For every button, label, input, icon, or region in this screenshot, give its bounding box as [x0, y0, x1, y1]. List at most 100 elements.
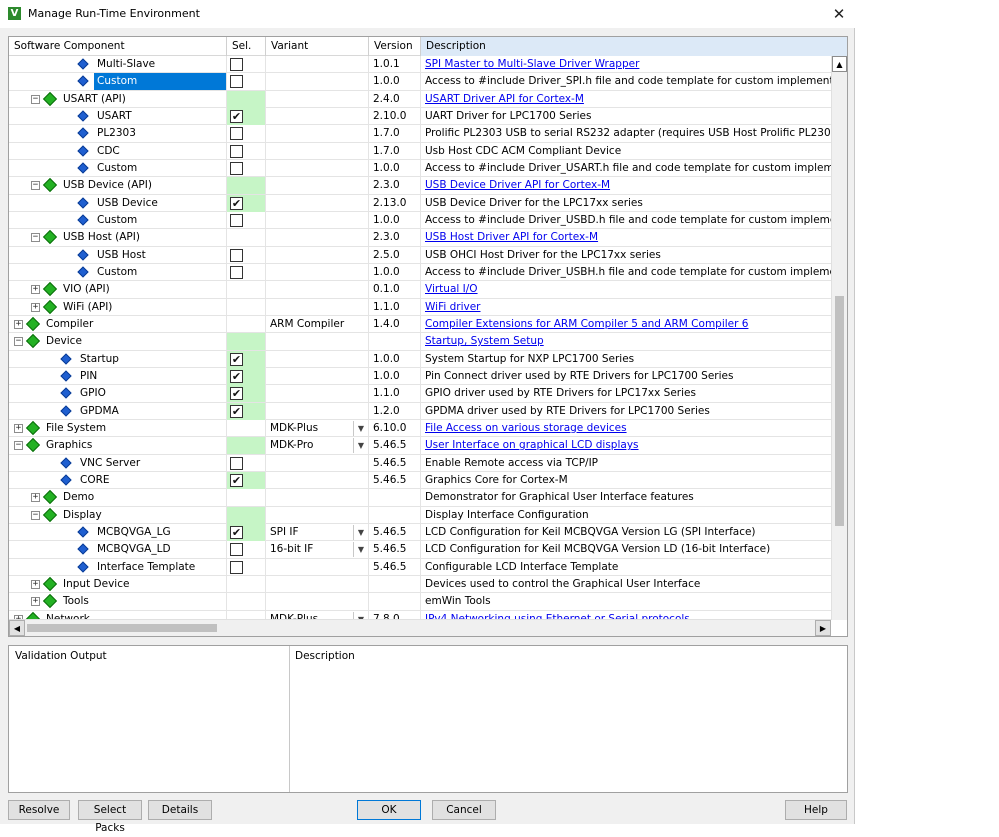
expand-icon[interactable]: +	[14, 423, 23, 433]
description-cell[interactable]: USART Driver API for Cortex-M	[421, 91, 831, 108]
collapse-icon[interactable]: −	[14, 441, 23, 451]
description-link[interactable]: WiFi driver	[425, 301, 481, 313]
select-packs-button[interactable]: Select Packs	[78, 800, 142, 834]
select-checkbox[interactable]	[230, 248, 243, 262]
column-header-description[interactable]: Description	[421, 37, 847, 56]
select-checkbox[interactable]: ✔	[230, 369, 243, 383]
chevron-down-icon[interactable]: ▼	[353, 524, 368, 540]
description-cell[interactable]: SPI Master to Multi-Slave Driver Wrapper	[421, 56, 831, 73]
description-cell[interactable]: USB Host Driver API for Cortex-M	[421, 229, 831, 246]
component-cell[interactable]: Interface Template	[9, 558, 227, 576]
table-row[interactable]: Multi-Slave 1.0.1 SPI Master to Multi-Slav…	[9, 56, 831, 74]
component-cell[interactable]: − USB Device (API)	[9, 177, 227, 195]
column-header-version[interactable]: Version	[369, 37, 421, 56]
expand-icon[interactable]: +	[31, 597, 40, 607]
component-cell[interactable]: GPIO	[9, 385, 227, 403]
component-cell[interactable]: GPDMA	[9, 402, 227, 420]
select-checkbox[interactable]	[230, 560, 243, 574]
resolve-button[interactable]: Resolve	[8, 800, 70, 820]
collapse-icon[interactable]: −	[31, 94, 40, 104]
column-header-variant[interactable]: Variant	[266, 37, 369, 56]
table-row[interactable]: USART ✔ 2.10.0 UART Driver for LPC1700 Seri…	[9, 107, 831, 126]
component-cell[interactable]: CORE	[9, 471, 227, 489]
select-checkbox[interactable]: ✔	[230, 352, 243, 366]
description-link[interactable]: Virtual I/O	[425, 283, 478, 295]
component-cell[interactable]: − USB Host (API)	[9, 229, 227, 247]
description-link[interactable]: USART Driver API for Cortex-M	[425, 93, 584, 105]
description-link[interactable]: USB Device Driver API for Cortex-M	[425, 179, 610, 191]
table-row[interactable]: + Compiler ARM Compiler 1.4.0 Compiler Exten…	[9, 315, 831, 334]
chevron-down-icon[interactable]: ▼	[353, 420, 368, 436]
select-checkbox[interactable]	[230, 456, 243, 470]
table-row[interactable]: − Display Display Interface Configuration	[9, 506, 831, 524]
description-cell[interactable]: File Access on various storage devices	[421, 420, 831, 437]
select-checkbox[interactable]	[230, 213, 243, 227]
component-cell[interactable]: PL2303	[9, 125, 227, 143]
horizontal-scroll-thumb[interactable]	[27, 624, 217, 632]
close-button[interactable]: ✕	[823, 0, 855, 28]
table-row[interactable]: MCBQVGA_LG ✔ SPI IF ▼ 5.46.5 LCD Configuratio…	[9, 523, 831, 542]
component-cell[interactable]: + Compiler	[9, 315, 227, 333]
component-cell[interactable]: + Input Device	[9, 575, 227, 593]
description-link[interactable]: Compiler Extensions for ARM Compiler 5 a…	[425, 318, 748, 330]
table-row[interactable]: + Demo Demonstrator for Graphical User Int…	[9, 489, 831, 507]
select-checkbox[interactable]: ✔	[230, 196, 243, 210]
description-link[interactable]: SPI Master to Multi-Slave Driver Wrapper	[425, 58, 639, 70]
vertical-scroll-thumb[interactable]	[835, 296, 844, 526]
collapse-icon[interactable]: −	[31, 510, 40, 520]
table-row[interactable]: + Tools emWin Tools	[9, 593, 831, 611]
component-cell[interactable]: USB Host	[9, 246, 227, 264]
component-cell[interactable]: − Graphics	[9, 437, 227, 455]
description-cell[interactable]: User Interface on graphical LCD displays	[421, 437, 831, 454]
table-row[interactable]: − USB Host (API) 2.3.0 USB Host Driver API …	[9, 229, 831, 247]
select-checkbox[interactable]: ✔	[230, 387, 243, 401]
scroll-left-icon[interactable]: ◀	[9, 620, 25, 636]
description-cell[interactable]: Virtual I/O	[421, 281, 831, 298]
component-cell[interactable]: + VIO (API)	[9, 281, 227, 299]
select-checkbox[interactable]	[230, 144, 243, 158]
table-row[interactable]: − Device Startup, System Setup	[9, 333, 831, 351]
component-cell[interactable]: MCBQVGA_LD	[9, 541, 227, 559]
description-cell[interactable]: WiFi driver	[421, 299, 831, 316]
table-row[interactable]: Custom 1.0.0 Access to #include Driver_USB…	[9, 211, 831, 230]
table-row[interactable]: MCBQVGA_LD 16-bit IF ▼ 5.46.5 LCD Configurat…	[9, 541, 831, 559]
panel-divider[interactable]	[289, 646, 290, 792]
table-row[interactable]: VNC Server 5.46.5 Enable Remote access via…	[9, 454, 831, 472]
select-checkbox[interactable]	[230, 58, 243, 71]
component-cell[interactable]: MCBQVGA_LG	[9, 523, 227, 541]
expand-icon[interactable]: +	[31, 285, 40, 295]
select-checkbox[interactable]: ✔	[230, 404, 243, 418]
component-cell[interactable]: CDC	[9, 142, 227, 160]
table-row[interactable]: USB Device ✔ 2.13.0 USB Device Driver for t…	[9, 194, 831, 212]
component-cell[interactable]: − USART (API)	[9, 90, 227, 108]
description-link[interactable]: User Interface on graphical LCD displays	[425, 439, 639, 451]
column-header-software-component[interactable]: Software Component	[9, 37, 227, 56]
description-link[interactable]: File Access on various storage devices	[425, 422, 627, 434]
table-row[interactable]: USB Host 2.5.0 USB OHCI Host Driver for th…	[9, 246, 831, 264]
table-row[interactable]: PL2303 1.7.0 Prolific PL2303 USB to serial…	[9, 125, 831, 143]
collapse-icon[interactable]: −	[14, 337, 23, 347]
collapse-icon[interactable]: −	[31, 233, 40, 243]
table-row[interactable]: CORE ✔ 5.46.5 Graphics Core for Cortex-M	[9, 471, 831, 490]
table-row[interactable]: − USB Device (API) 2.3.0 USB Device Driver …	[9, 177, 831, 195]
component-cell[interactable]: PIN	[9, 367, 227, 385]
component-cell[interactable]: Multi-Slave	[9, 56, 227, 73]
select-checkbox[interactable]	[230, 127, 243, 141]
expand-icon[interactable]: +	[31, 493, 40, 503]
table-row[interactable]: + File System MDK-Plus ▼ 6.10.0 File Access o…	[9, 419, 831, 438]
horizontal-scrollbar[interactable]: ◀ ▶	[9, 619, 831, 636]
description-link[interactable]: Startup, System Setup	[425, 335, 544, 347]
expand-icon[interactable]: +	[31, 302, 40, 312]
description-link[interactable]: USB Host Driver API for Cortex-M	[425, 231, 598, 243]
component-cell[interactable]: Custom	[9, 263, 227, 281]
help-button[interactable]: Help	[785, 800, 847, 820]
table-row[interactable]: + VIO (API) 0.1.0 Virtual I/O	[9, 281, 831, 299]
select-checkbox[interactable]: ✔	[230, 525, 243, 539]
ok-button[interactable]: OK	[357, 800, 421, 820]
select-checkbox[interactable]	[230, 543, 243, 557]
table-row[interactable]: + Input Device Devices used to control the…	[9, 575, 831, 594]
component-cell[interactable]: + File System	[9, 419, 227, 437]
description-cell[interactable]: USB Device Driver API for Cortex-M	[421, 177, 831, 194]
table-row[interactable]: + WiFi (API) 1.1.0 WiFi driver	[9, 298, 831, 316]
component-cell[interactable]: + Tools	[9, 593, 227, 611]
